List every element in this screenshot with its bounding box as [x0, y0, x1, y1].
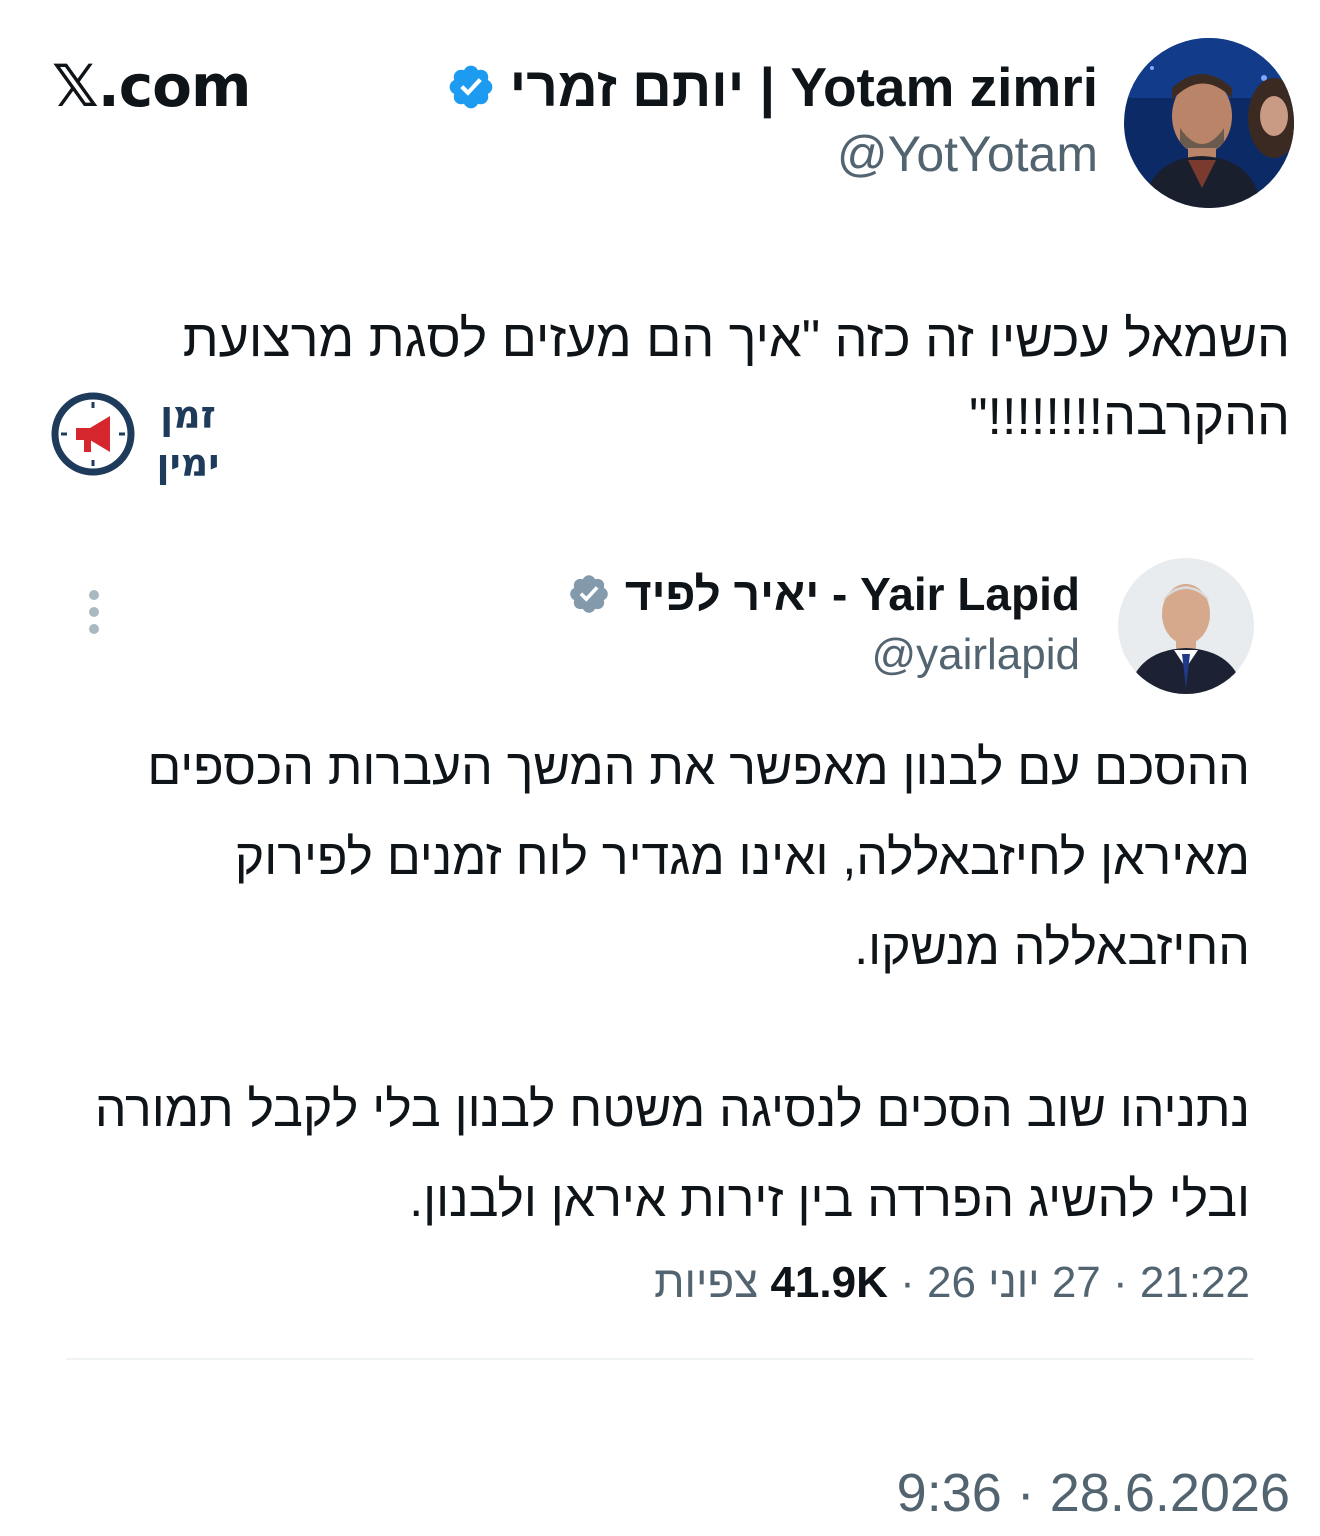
author-handle[interactable]: @YotYotam [837, 124, 1098, 184]
quote-text: ההסכם עם לבנון מאפשר את המשך העברות הכספ… [60, 722, 1250, 1244]
author-avatar[interactable] [1124, 38, 1294, 208]
tweet-author[interactable]: יותם זמרי | Yotam zimri @YotYotam [446, 54, 1098, 184]
logo-text-1: זמן [160, 393, 216, 437]
quote-author[interactable]: יאיר לפיד - Yair Lapid @yairlapid [567, 566, 1080, 682]
views-label: צפיות [654, 1258, 759, 1307]
quote-paragraph-2: נתניהו שוב הסכים לנסיגה משטח לבנון בלי ל… [94, 1081, 1250, 1227]
divider [66, 1358, 1254, 1360]
author-name: יותם זמרי | Yotam zimri [509, 56, 1098, 118]
quote-author-name: יאיר לפיד - Yair Lapid [624, 568, 1080, 620]
site-logo: 𝕏.com [52, 52, 251, 120]
quote-paragraph-1: ההסכם עם לבנון מאפשר את המשך העברות הכספ… [147, 739, 1250, 975]
views-count: 41.9K [770, 1258, 888, 1307]
quote-meta: 21:22 · 27 יוני 26 · 41.9K צפיות [654, 1258, 1250, 1307]
more-options-icon[interactable] [84, 590, 104, 638]
zman-yamin-logo: זמן ימין [48, 388, 238, 488]
quote-time[interactable]: 21:22 [1140, 1258, 1250, 1307]
logo-text-2: ימין [157, 441, 220, 485]
quote-author-avatar[interactable] [1118, 558, 1254, 694]
verified-badge-icon [449, 65, 492, 109]
quote-date[interactable]: 27 יוני 26 [927, 1258, 1101, 1307]
verified-badge-icon [570, 575, 608, 613]
post-timestamp[interactable]: 9:36 · 28.6.2026 [897, 1462, 1290, 1524]
quote-author-handle[interactable]: @yairlapid [871, 628, 1080, 682]
